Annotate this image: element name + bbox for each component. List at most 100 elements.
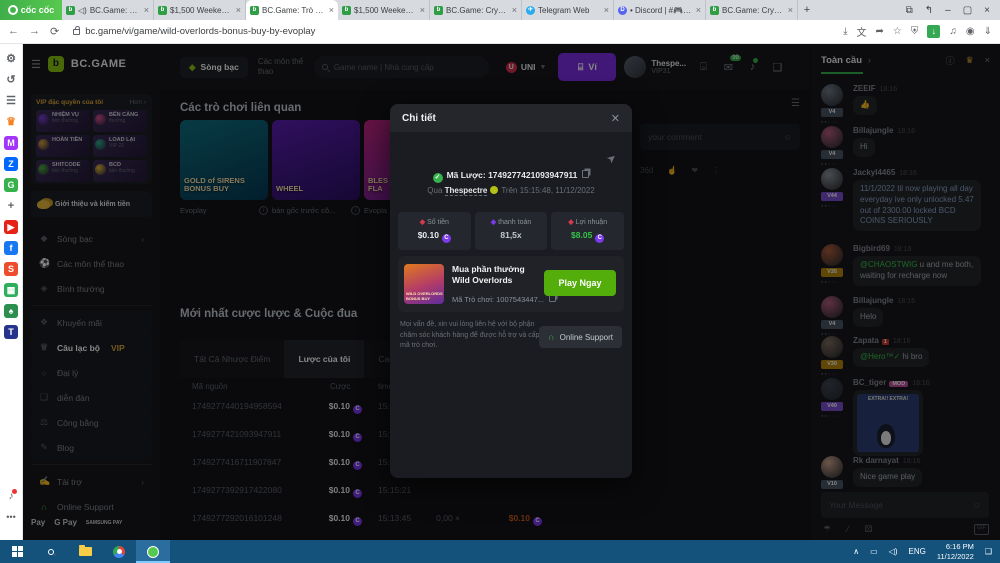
play-now-button[interactable]: Play Ngay: [544, 270, 616, 296]
tray-chevron-icon[interactable]: ∧: [853, 547, 859, 556]
stat-icon: ◆: [491, 219, 496, 226]
tab-title: BC.Game: Crypto Ca...: [722, 6, 785, 15]
download-page-icon[interactable]: ⤓: [843, 26, 847, 37]
tab-title: BC.Game: Crypto: [90, 6, 141, 15]
browser-tab[interactable]: ✈Telegram Web×: [522, 0, 614, 20]
tab-close-icon[interactable]: ×: [144, 5, 149, 15]
restore-icon[interactable]: ↰: [925, 5, 933, 16]
reading-list-icon[interactable]: ☰: [4, 94, 18, 108]
tab-close-icon[interactable]: ×: [329, 5, 334, 15]
padlock-icon[interactable]: [73, 29, 80, 35]
bcgame-favicon: b: [434, 6, 443, 15]
stat-value: $8.05C: [551, 230, 624, 243]
games-icon[interactable]: G: [4, 178, 18, 192]
youtube-icon[interactable]: ▶: [4, 220, 18, 234]
translate-icon[interactable]: 文: [857, 24, 867, 39]
stat-icon: ◆: [420, 219, 425, 226]
downloads-tray-icon[interactable]: ⇓: [984, 26, 992, 37]
language-indicator[interactable]: ENG: [909, 547, 926, 556]
screen: cốc cốc b◁)BC.Game: Crypto×b$1,500 Weeke…: [0, 0, 1000, 563]
adblock-shield-icon[interactable]: ⛨: [911, 26, 919, 37]
browser-tab[interactable]: bBC.Game: Crypto Ca...×: [706, 0, 798, 20]
tab-close-icon[interactable]: ×: [236, 5, 241, 15]
taskbar-search-icon[interactable]: [34, 540, 68, 563]
browser-tab-strip: cốc cốc b◁)BC.Game: Crypto×b$1,500 Weeke…: [0, 0, 1000, 20]
app-green-icon[interactable]: ▦: [4, 283, 18, 297]
coin-icon: C: [442, 234, 451, 243]
zalo-icon[interactable]: Z: [4, 157, 18, 171]
copy-icon[interactable]: [582, 170, 589, 178]
tab-title: BC.Game: Crypto Ca...: [446, 6, 509, 15]
game-title: Mua phần thưởng Wild Overlords: [452, 264, 536, 286]
browser-tab[interactable]: b$1,500 Weekend Ev...×: [338, 0, 430, 20]
rail-bell-icon[interactable]: ♪: [9, 491, 14, 502]
close-button[interactable]: ×: [984, 5, 990, 16]
tab-close-icon[interactable]: ×: [696, 5, 701, 15]
tab-close-icon[interactable]: ×: [512, 5, 517, 15]
tab-close-icon[interactable]: ×: [604, 5, 609, 15]
online-support-button[interactable]: ∩ Online Support: [539, 326, 622, 348]
tab-audio-icon[interactable]: ◁): [78, 6, 87, 15]
coccoc-taskbar-icon[interactable]: [136, 540, 170, 563]
tab-title: BC.Game: Trò chơi s...: [262, 6, 326, 15]
headset-icon: ∩: [548, 332, 555, 342]
tab-close-icon[interactable]: ×: [788, 5, 793, 15]
bet-by-row: Qua ThespectreTrên 15:15:48, 11/12/2022: [390, 186, 632, 195]
share-icon[interactable]: ➤: [604, 151, 619, 167]
browser-tab[interactable]: D• Discord | #🎮gam...×: [614, 0, 706, 20]
url-text[interactable]: bc.game/vi/game/wild-overlords-bonus-buy…: [85, 26, 315, 37]
bcgame-favicon: b: [66, 6, 75, 15]
browser-tab[interactable]: b$1,500 Weekend Ev...×: [154, 0, 246, 20]
settings-icon[interactable]: ⚙: [4, 52, 18, 66]
maximize-button[interactable]: ▢: [963, 5, 972, 16]
bcgame-favicon: b: [342, 6, 351, 15]
messenger-icon[interactable]: M: [4, 136, 18, 150]
bet-user-link[interactable]: Thespectre: [445, 186, 488, 196]
back-button[interactable]: ←: [8, 25, 19, 38]
browser-tab[interactable]: b◁)BC.Game: Crypto×: [62, 0, 154, 20]
coccoc-ring-icon: [8, 5, 18, 15]
profile-icon[interactable]: ◉: [966, 26, 975, 37]
tv-app-icon[interactable]: T: [4, 325, 18, 339]
discord-favicon: D: [618, 6, 627, 15]
share-icon[interactable]: ➦: [876, 26, 884, 37]
rewards-crown-icon[interactable]: ♛: [4, 115, 18, 129]
new-tab-button[interactable]: +: [798, 0, 816, 20]
add-shortcut-icon[interactable]: +: [4, 199, 18, 213]
minimize-button[interactable]: –: [945, 5, 951, 16]
game-thumbnail[interactable]: WILD OVERLORDS BONUS BUY: [404, 264, 444, 304]
facebook-icon[interactable]: f: [4, 241, 18, 255]
file-explorer-icon[interactable]: [68, 540, 102, 563]
tab-close-icon[interactable]: ×: [420, 5, 425, 15]
window-controls: ⧉ ↰ – ▢ ×: [896, 0, 1000, 20]
start-button[interactable]: [0, 540, 34, 563]
coccoc-logo[interactable]: cốc cốc: [0, 0, 62, 20]
bcgame-favicon: b: [250, 6, 259, 15]
idm-download-icon[interactable]: ↓: [927, 25, 940, 38]
tab-title: Telegram Web: [538, 6, 601, 15]
coin-icon: C: [595, 234, 604, 243]
action-center-icon[interactable]: ❑: [985, 547, 992, 556]
bookmark-star-icon[interactable]: ☆: [893, 26, 902, 37]
stat-icon: ◆: [568, 219, 573, 226]
browser-tab[interactable]: bBC.Game: Trò chơi s...×: [246, 0, 338, 20]
volume-icon[interactable]: ◁): [889, 547, 898, 556]
history-icon[interactable]: ↺: [4, 73, 18, 87]
reload-button[interactable]: ⟳: [50, 25, 59, 38]
bcgame-favicon: b: [158, 6, 167, 15]
forward-button[interactable]: →: [29, 25, 40, 38]
side-panel-icon[interactable]: ⧉: [906, 5, 913, 16]
network-icon[interactable]: ▭: [870, 547, 878, 556]
rail-more-icon[interactable]: •••: [6, 512, 15, 522]
modal-close-icon[interactable]: ✕: [611, 112, 620, 125]
browser-tab[interactable]: bBC.Game: Crypto Ca...×: [430, 0, 522, 20]
shopee-icon[interactable]: S: [4, 262, 18, 276]
stat-value: $0.10C: [398, 230, 471, 243]
tab-title: $1,500 Weekend Ev...: [170, 6, 233, 15]
bet-id-row: ✓Mã Lược: 1749277421093947911: [390, 170, 632, 183]
education-icon[interactable]: ♠: [4, 304, 18, 318]
windows-taskbar: ∧ ▭ ◁) ENG 6:16 PM11/12/2022 ❑: [0, 540, 1000, 563]
notification-bell-icon[interactable]: ♫: [949, 26, 957, 37]
chrome-icon[interactable]: [102, 540, 136, 563]
taskbar-clock[interactable]: 6:16 PM11/12/2022: [937, 542, 974, 562]
